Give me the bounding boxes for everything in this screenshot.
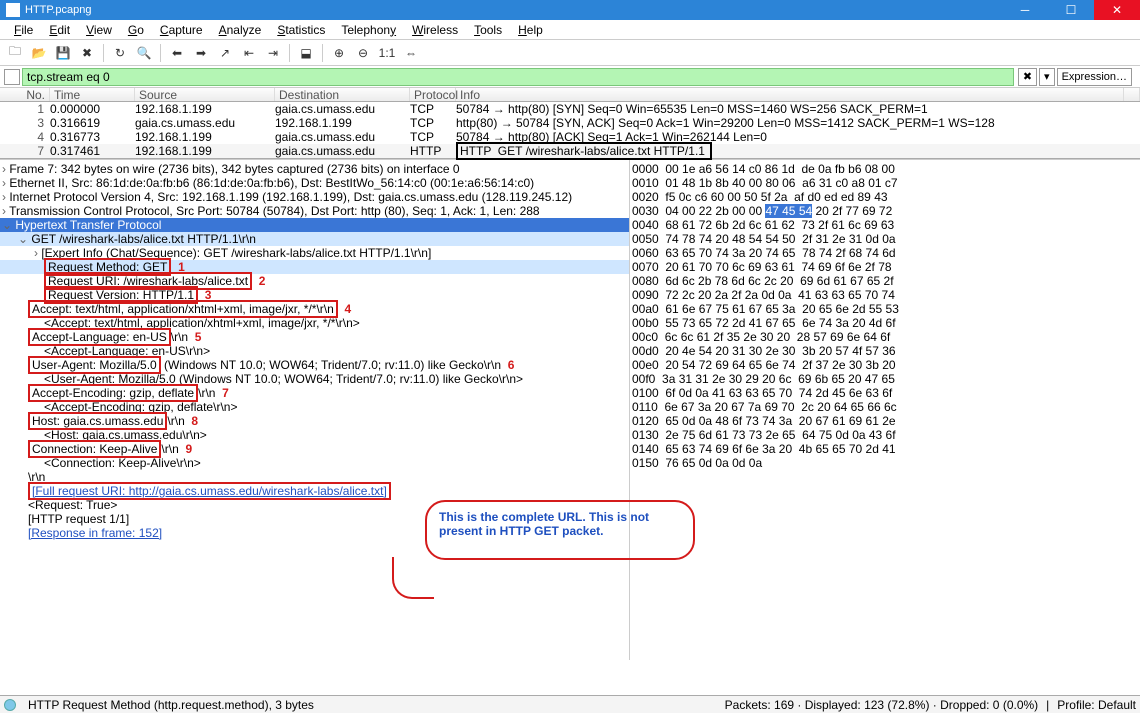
menu-telephony[interactable]: Telephony bbox=[333, 22, 404, 38]
menu-help[interactable]: Help bbox=[510, 22, 551, 38]
menu-analyze[interactable]: Analyze bbox=[211, 22, 270, 38]
window-titlebar: HTTP.pcapng ─ ☐ ✕ bbox=[0, 0, 1140, 20]
maximize-button[interactable]: ☐ bbox=[1048, 0, 1094, 20]
toolbar-zoomout-icon[interactable]: ⊖ bbox=[352, 42, 374, 64]
menu-statistics[interactable]: Statistics bbox=[269, 22, 333, 38]
clear-filter-button[interactable]: ✖ bbox=[1018, 68, 1037, 86]
toolbar-close-icon[interactable]: ✖ bbox=[76, 42, 98, 64]
toolbar-zoomin-icon[interactable]: ⊕ bbox=[328, 42, 350, 64]
window-title: HTTP.pcapng bbox=[25, 4, 1002, 16]
menu-go[interactable]: Go bbox=[120, 22, 152, 38]
toolbar-autoscroll-icon[interactable]: ⬓ bbox=[295, 42, 317, 64]
close-button[interactable]: ✕ bbox=[1094, 0, 1140, 20]
menu-file[interactable]: File bbox=[6, 22, 41, 38]
detail-ua[interactable]: User-Agent: Mozilla/5.0 (Windows NT 10.0… bbox=[0, 358, 629, 372]
status-packet-count: Packets: 169 · Displayed: 123 (72.8%) · … bbox=[725, 698, 1039, 712]
detail-accept[interactable]: Accept: text/html, application/xhtml+xml… bbox=[0, 302, 629, 316]
packet-row[interactable]: 70.317461192.168.1.199gaia.cs.umass.eduH… bbox=[0, 144, 1140, 158]
packet-details[interactable]: Frame 7: 342 bytes on wire (2736 bits), … bbox=[0, 160, 630, 660]
toolbar-reload-icon[interactable]: ↻ bbox=[109, 42, 131, 64]
menu-view[interactable]: View bbox=[78, 22, 120, 38]
toolbar-first-icon[interactable]: ⇤ bbox=[238, 42, 260, 64]
col-no[interactable]: No. bbox=[0, 88, 50, 101]
toolbar-new-icon[interactable]: 🗀 bbox=[4, 42, 26, 64]
bookmark-icon[interactable] bbox=[4, 69, 20, 85]
detail-ip[interactable]: Internet Protocol Version 4, Src: 192.16… bbox=[0, 190, 629, 204]
packet-list-header: No. Time Source Destination Protocol Inf… bbox=[0, 88, 1140, 102]
detail-frame[interactable]: Frame 7: 342 bytes on wire (2736 bits), … bbox=[0, 162, 629, 176]
status-bar: HTTP Request Method (http.request.method… bbox=[0, 695, 1140, 713]
detail-host[interactable]: Host: gaia.cs.umass.edu\r\n 8 bbox=[0, 414, 629, 428]
menu-wireless[interactable]: Wireless bbox=[404, 22, 466, 38]
col-destination[interactable]: Destination bbox=[275, 88, 410, 101]
display-filter-input[interactable] bbox=[22, 68, 1014, 86]
wireshark-icon bbox=[6, 3, 20, 17]
status-field-info: HTTP Request Method (http.request.method… bbox=[28, 698, 314, 712]
expert-indicator-icon[interactable] bbox=[4, 699, 16, 711]
col-time[interactable]: Time bbox=[50, 88, 135, 101]
toolbar-open-icon[interactable]: 📂 bbox=[28, 42, 50, 64]
menu-capture[interactable]: Capture bbox=[152, 22, 211, 38]
toolbar-back-icon[interactable]: ⬅ bbox=[166, 42, 188, 64]
expression-button[interactable]: Expression… bbox=[1057, 68, 1132, 86]
status-profile[interactable]: Profile: Default bbox=[1057, 698, 1136, 712]
detail-get[interactable]: GET /wireshark-labs/alice.txt HTTP/1.1\r… bbox=[0, 232, 629, 246]
toolbar: 🗀 📂 💾 ✖ ↻ 🔍 ⬅ ➡ ↗ ⇤ ⇥ ⬓ ⊕ ⊖ 1:1 ⇔ bbox=[0, 40, 1140, 66]
packet-row[interactable]: 30.316619gaia.cs.umass.edu192.168.1.199T… bbox=[0, 116, 1140, 130]
packet-list[interactable]: 10.000000192.168.1.199gaia.cs.umass.eduT… bbox=[0, 102, 1140, 158]
detail-conn[interactable]: Connection: Keep-Alive\r\n 9 bbox=[0, 442, 629, 456]
toolbar-search-icon[interactable]: 🔍 bbox=[133, 42, 155, 64]
detail-enc[interactable]: Accept-Encoding: gzip, deflate\r\n 7 bbox=[0, 386, 629, 400]
detail-conn-sub[interactable]: <Connection: Keep-Alive\r\n> bbox=[0, 456, 629, 470]
toolbar-zoom1-icon[interactable]: 1:1 bbox=[376, 42, 398, 64]
col-protocol[interactable]: Protocol bbox=[410, 88, 456, 101]
col-source[interactable]: Source bbox=[135, 88, 275, 101]
detail-full-uri[interactable]: [Full request URI: http://gaia.cs.umass.… bbox=[0, 484, 629, 498]
col-info[interactable]: Info bbox=[456, 88, 1124, 101]
menu-edit[interactable]: Edit bbox=[41, 22, 78, 38]
filter-bar: ✖ ▾ Expression… bbox=[0, 66, 1140, 88]
menu-bar: File Edit View Go Capture Analyze Statis… bbox=[0, 20, 1140, 40]
menu-tools[interactable]: Tools bbox=[466, 22, 510, 38]
apply-filter-button[interactable]: ▾ bbox=[1039, 68, 1055, 86]
toolbar-forward-icon[interactable]: ➡ bbox=[190, 42, 212, 64]
toolbar-save-icon[interactable]: 💾 bbox=[52, 42, 74, 64]
packet-bytes[interactable]: 0000 00 1e a6 56 14 c0 86 1d de 0a fb b6… bbox=[630, 160, 1140, 660]
minimize-button[interactable]: ─ bbox=[1002, 0, 1048, 20]
detail-ethernet[interactable]: Ethernet II, Src: 86:1d:de:0a:fb:b6 (86:… bbox=[0, 176, 629, 190]
annotation-callout: This is the complete URL. This is not pr… bbox=[425, 500, 695, 560]
toolbar-goto-icon[interactable]: ↗ bbox=[214, 42, 236, 64]
detail-tcp[interactable]: Transmission Control Protocol, Src Port:… bbox=[0, 204, 629, 218]
detail-lang[interactable]: Accept-Language: en-US\r\n 5 bbox=[0, 330, 629, 344]
detail-http[interactable]: Hypertext Transfer Protocol bbox=[0, 218, 629, 232]
toolbar-resize-icon[interactable]: ⇔ bbox=[400, 42, 422, 64]
packet-row[interactable]: 10.000000192.168.1.199gaia.cs.umass.eduT… bbox=[0, 102, 1140, 116]
toolbar-last-icon[interactable]: ⇥ bbox=[262, 42, 284, 64]
